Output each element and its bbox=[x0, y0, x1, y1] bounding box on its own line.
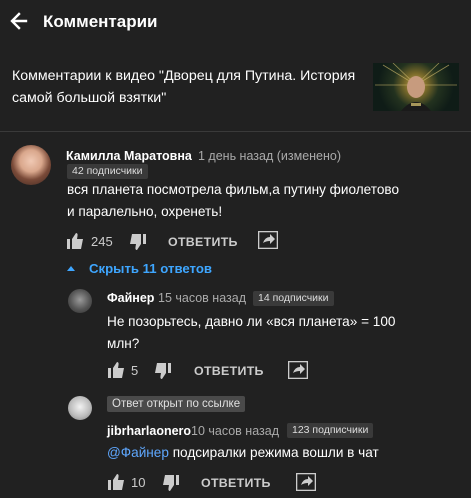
page-title: Комментарии bbox=[43, 12, 158, 31]
like-count: 5 bbox=[131, 363, 139, 378]
comment-text: вся планета посмотрела фильм,а путину фи… bbox=[67, 182, 400, 219]
comment-author[interactable]: Камилла Маратовна bbox=[66, 149, 192, 163]
reply-button[interactable]: ОТВЕТИТЬ bbox=[168, 235, 238, 249]
like-icon[interactable] bbox=[67, 233, 84, 249]
linked-reply-badge: Ответ открыт по ссылке bbox=[107, 396, 246, 412]
reply-text-body: подсиралки режима вошли в чат bbox=[168, 445, 379, 460]
user-mention-link[interactable]: @Файнер bbox=[107, 445, 169, 460]
reply-time: 10 часов назад bbox=[191, 424, 279, 438]
reply-text: @Файнер подсиралки режима вошли в чат bbox=[107, 442, 437, 464]
subscriber-badge: 14 подписчики bbox=[253, 291, 334, 306]
caret-up-icon[interactable] bbox=[67, 265, 75, 271]
reply-time: 15 часов назад bbox=[158, 291, 246, 305]
dislike-icon[interactable] bbox=[129, 234, 146, 250]
video-thumbnail[interactable] bbox=[373, 63, 459, 111]
subscriber-badge: 42 подписчики bbox=[67, 164, 148, 179]
hide-replies-button[interactable]: Скрыть 11 ответов bbox=[89, 261, 212, 276]
back-arrow-icon[interactable] bbox=[9, 10, 29, 32]
like-count: 10 bbox=[131, 475, 146, 490]
dislike-icon[interactable] bbox=[154, 363, 171, 379]
share-icon[interactable] bbox=[288, 361, 308, 379]
like-icon[interactable] bbox=[108, 362, 125, 378]
dislike-icon[interactable] bbox=[162, 475, 179, 491]
comment-time: 1 день назад (изменено) bbox=[198, 149, 342, 163]
divider bbox=[0, 131, 471, 132]
reply-author[interactable]: Файнер bbox=[107, 291, 154, 305]
avatar[interactable] bbox=[68, 396, 92, 420]
reply-author[interactable]: jibrharlaonero bbox=[107, 424, 191, 438]
reply-text: Не позорьтесь, давно ли «вся планета» = … bbox=[107, 314, 396, 351]
subscriber-badge: 123 подписчики bbox=[287, 423, 374, 438]
share-icon[interactable] bbox=[296, 473, 316, 491]
avatar[interactable] bbox=[11, 145, 51, 185]
reply-button[interactable]: ОТВЕТИТЬ bbox=[201, 476, 271, 490]
like-count: 245 bbox=[91, 234, 113, 249]
avatar[interactable] bbox=[68, 289, 92, 313]
reply-button[interactable]: ОТВЕТИТЬ bbox=[194, 364, 264, 378]
share-icon[interactable] bbox=[258, 231, 278, 249]
app-header: Комментарии bbox=[0, 0, 471, 44]
like-icon[interactable] bbox=[108, 474, 125, 490]
video-caption: Комментарии к видео "Дворец для Путина. … bbox=[12, 68, 356, 106]
